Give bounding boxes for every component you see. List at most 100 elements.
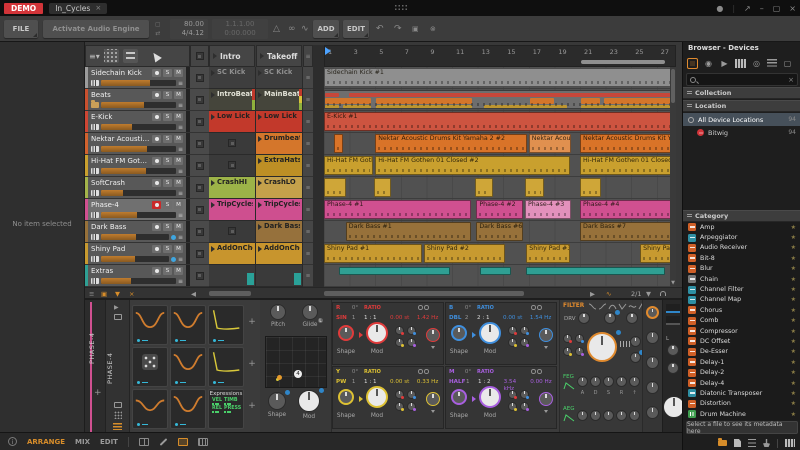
sliders-icon[interactable] <box>748 439 756 447</box>
metronome-icon[interactable]: △ <box>273 20 280 38</box>
mute-button[interactable]: M <box>174 113 183 121</box>
fx-strip-knob[interactable] <box>646 406 659 419</box>
record-arm-button[interactable] <box>152 245 161 253</box>
play-scene-icon[interactable] <box>260 53 264 59</box>
osc-phase[interactable]: 0° <box>352 369 362 377</box>
hand-icon[interactable] <box>763 439 770 447</box>
osc-level-knob[interactable] <box>426 392 440 406</box>
track-row[interactable]: Nektar Acoustic ...SM≡ <box>85 133 190 155</box>
copy-icon[interactable]: ▣ <box>412 20 419 38</box>
track-menu-icon[interactable]: ≡ <box>178 278 183 285</box>
volume-bar[interactable] <box>101 256 169 262</box>
arranger-clip[interactable] <box>374 178 391 197</box>
modulator-slot-sine2[interactable] <box>132 389 168 429</box>
solo-button[interactable]: S <box>163 179 172 187</box>
play-clip-icon[interactable] <box>258 224 262 230</box>
arranger-clip[interactable]: Nektar Acoustic Drums Kit Yamaha 2 #2 <box>375 134 526 153</box>
arranger-clip[interactable]: Hi-Hat FM Gothen 01 Closed #2 <box>375 156 570 175</box>
category-item[interactable]: Channel Filter★ <box>683 284 800 294</box>
aeg-knob[interactable] <box>629 410 640 421</box>
clip-slot[interactable]: Low Lick <box>256 111 303 133</box>
category-item[interactable]: Comb★ <box>683 316 800 326</box>
time-signature[interactable]: 4/4.12 <box>182 29 204 38</box>
clip-stop-button[interactable] <box>190 243 209 265</box>
clip-stop-button[interactable] <box>190 89 209 111</box>
solo-button[interactable]: S <box>163 69 172 77</box>
add-modulator-button[interactable]: + <box>246 359 258 369</box>
track-menu-icon[interactable]: ≡ <box>178 234 183 241</box>
arranger-scroll-right-icon[interactable]: ▶ <box>590 290 595 298</box>
play-clip-icon[interactable] <box>258 136 262 142</box>
category-item[interactable]: Chorus★ <box>683 305 800 315</box>
track-row[interactable]: Hi-Hat FM Gothe...SM≡ <box>85 155 190 177</box>
circle-icon[interactable] <box>531 305 536 310</box>
automation-follow-icon[interactable]: ∿ <box>301 20 309 38</box>
launcher-scrollbar[interactable] <box>209 291 251 296</box>
aeg-knob[interactable] <box>616 410 627 421</box>
modulator-slot-sine[interactable] <box>170 389 206 429</box>
tempo-display[interactable]: 80.00 4/4.12 <box>170 19 208 39</box>
clip-slot[interactable] <box>256 265 303 287</box>
track-height-icon[interactable]: ≡ <box>89 290 94 298</box>
scene-header-intro[interactable]: Intro <box>209 45 255 67</box>
arranger-clip[interactable]: Hi-Hat FM Gothe <box>324 156 373 175</box>
track-row[interactable]: Shiny PadSM≡ <box>85 243 190 265</box>
modulator-slot-env[interactable] <box>208 305 244 345</box>
clip-slot[interactable] <box>209 133 256 155</box>
group-clip[interactable] <box>324 90 676 109</box>
arranger-clip[interactable] <box>526 267 665 275</box>
mute-button[interactable]: M <box>174 135 183 143</box>
record-arm-button[interactable] <box>152 267 161 275</box>
category-item[interactable]: Delay-2★ <box>683 367 800 377</box>
play-clip-icon[interactable] <box>211 202 215 208</box>
stop-all-clips-button[interactable] <box>190 45 209 67</box>
arranger-clip[interactable] <box>324 178 346 197</box>
scene-row-handle[interactable]: ≡ <box>303 111 313 133</box>
solo-button[interactable]: S <box>163 245 172 253</box>
arranger-clip[interactable]: Dark Bass #1 <box>346 222 472 241</box>
filter-mod-knob[interactable] <box>563 334 572 343</box>
stereo-icon[interactable] <box>424 305 429 310</box>
play-clip-icon[interactable] <box>258 202 262 208</box>
filter-mod-knob[interactable] <box>575 347 584 356</box>
add-track-icon[interactable]: ▣ <box>101 290 107 298</box>
scene-row-handle[interactable]: ≡ <box>303 133 313 155</box>
category-item[interactable]: Channel Map★ <box>683 295 800 305</box>
ratio-value[interactable]: 2 : 1 <box>477 315 501 322</box>
arranger-clip[interactable] <box>475 178 493 197</box>
loop-icon[interactable]: ∞ <box>288 20 296 38</box>
arranger-clip[interactable]: Nektar Acoustic <box>529 134 572 153</box>
output-pan-knob[interactable] <box>667 344 679 356</box>
category-item[interactable]: Distortion★ <box>683 399 800 409</box>
osc-phase[interactable]: 0° <box>465 369 475 377</box>
solo-button[interactable]: S <box>163 223 172 231</box>
semitone-value[interactable]: 0.00 st <box>390 315 415 322</box>
aeg-knob[interactable] <box>577 410 588 421</box>
devices-filter-icon[interactable] <box>687 58 698 69</box>
arranger-clip[interactable] <box>525 178 544 197</box>
osc-shape-knob[interactable] <box>338 325 354 341</box>
osc-mod-amount-knob[interactable] <box>395 326 404 335</box>
track-row[interactable]: Sidechain KickSM≡ <box>85 67 190 89</box>
circle-icon[interactable] <box>418 305 423 310</box>
ratio-value[interactable]: 1 : 1 <box>364 379 388 386</box>
arranger-clip[interactable]: Shiny Pad #1 <box>324 244 422 263</box>
scroll-down-icon[interactable]: ▼ <box>670 280 676 286</box>
volume-bar[interactable] <box>101 102 176 108</box>
play-clip-icon[interactable] <box>211 70 215 76</box>
record-arm-button[interactable] <box>152 201 161 209</box>
drive-knob[interactable] <box>578 312 590 324</box>
modulator-slot-dice[interactable] <box>132 347 168 387</box>
record-arm-button[interactable] <box>152 91 161 99</box>
solo-button[interactable]: S <box>163 157 172 165</box>
osc-num[interactable]: 1 <box>466 379 476 393</box>
modulator-slot-sine[interactable] <box>132 305 168 345</box>
solo-button[interactable]: S <box>163 113 172 121</box>
osc-level-knob[interactable] <box>426 328 440 342</box>
project-tab[interactable]: In_Cycles × <box>49 3 107 14</box>
favorite-star-icon[interactable]: ★ <box>791 296 796 303</box>
mute-button[interactable]: M <box>174 179 183 187</box>
osc-mod-knob[interactable] <box>366 386 388 408</box>
osc-num[interactable]: 1 <box>352 315 362 322</box>
play-scene-icon[interactable] <box>213 53 217 59</box>
